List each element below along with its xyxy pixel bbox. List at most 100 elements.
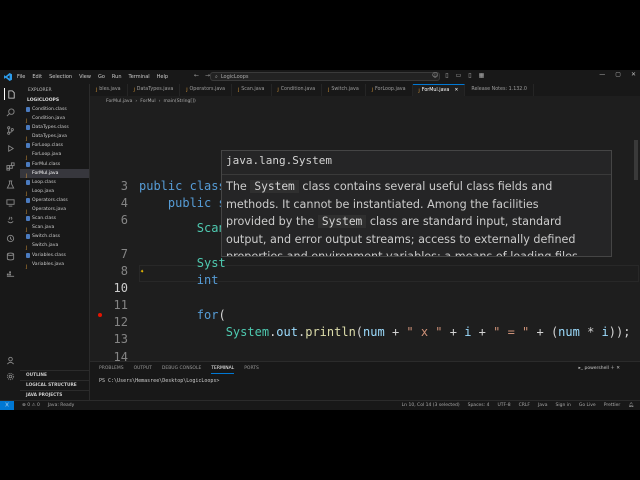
menu-help[interactable]: Help — [157, 74, 168, 80]
doc-text: provided by the — [226, 215, 318, 228]
command-center-search[interactable]: ⌕ LogicLoops — [210, 72, 440, 81]
editor-tab[interactable]: J ForLoop.java — [366, 84, 413, 96]
maximize-icon[interactable]: ▢ — [615, 71, 621, 78]
breadcrumb-file[interactable]: ForMul.java — [106, 99, 132, 104]
terminal-selector[interactable]: ▸_ powershell ＋ ✕ — [579, 365, 620, 371]
file-item[interactable]: Variables.class — [20, 251, 89, 260]
error-count-icon[interactable]: ⊗ 0 ⚠ 0 — [22, 403, 40, 408]
indentation[interactable]: Spaces: 4 — [468, 403, 490, 408]
copilot-icon[interactable]: ☺ — [432, 72, 438, 79]
class-file-icon — [26, 107, 30, 113]
remote-indicator-icon[interactable]: ⟩⟨ — [0, 400, 14, 410]
timeline-icon[interactable] — [4, 232, 16, 244]
breadcrumb-method[interactable]: main(String[]) — [163, 99, 195, 104]
file-item[interactable]: J ForMul.java — [20, 168, 89, 178]
database-icon[interactable] — [4, 250, 16, 262]
menu-go[interactable]: Go — [98, 74, 105, 80]
file-item[interactable]: J Operators.java — [20, 205, 89, 214]
prettier[interactable]: Prettier — [604, 403, 621, 408]
toggle-secondary-icon[interactable]: ▯ — [468, 72, 471, 79]
tab-problems[interactable]: PROBLEMS — [99, 366, 124, 374]
menu-edit[interactable]: Edit — [32, 74, 42, 80]
editor-tab[interactable]: J DataTypes.java — [128, 84, 181, 96]
file-item[interactable]: Condition.class — [20, 105, 89, 114]
file-item[interactable]: J Loop.java — [20, 187, 89, 196]
project-folder[interactable]: LOGICLOOPS — [20, 96, 89, 105]
editor-tab[interactable]: J Scan.java — [232, 84, 272, 96]
menu-terminal[interactable]: Terminal — [129, 74, 150, 80]
file-item[interactable]: J Variables.java — [20, 260, 89, 269]
tab-terminal[interactable]: TERMINAL — [211, 366, 235, 374]
file-list: Condition.class J Condition.java DataTypes.… — [20, 105, 89, 269]
notifications-icon[interactable]: 🔔︎ — [628, 403, 634, 408]
menu-view[interactable]: View — [79, 74, 91, 80]
tab-label: ForMul.java — [421, 88, 450, 93]
docker-icon[interactable] — [4, 268, 16, 280]
file-item[interactable]: J Switch.java — [20, 241, 89, 250]
menu-file[interactable]: File — [17, 74, 25, 80]
terminal-prompt[interactable]: PS C:\Users\Hemasree\Desktop\LogicLoops> — [90, 374, 640, 384]
code-line-12: for( — [196, 308, 226, 322]
editor-tab[interactable]: J Operators.java — [180, 84, 233, 96]
explorer-icon[interactable] — [4, 88, 17, 100]
editor-tab[interactable]: J ForMul.java ✕ — [412, 84, 466, 96]
file-item[interactable]: J ForLoop.java — [20, 150, 89, 159]
testing-icon[interactable] — [4, 178, 16, 190]
editor-tab[interactable]: Release Notes: 1.132.0 — [465, 84, 534, 96]
doc-text: class are standard input, standard — [366, 215, 562, 228]
section-logical-structure[interactable]: LOGICAL STRUCTURE — [20, 380, 89, 390]
remote-explorer-icon[interactable] — [4, 196, 16, 208]
editor-scrollbar[interactable] — [634, 140, 638, 180]
java-projects-icon[interactable] — [4, 214, 16, 226]
close-icon[interactable]: ✕ — [631, 71, 636, 78]
customize-layout-icon[interactable]: ▦ — [479, 72, 485, 79]
run-debug-icon[interactable] — [4, 142, 16, 154]
account-icon[interactable] — [4, 354, 16, 366]
tab-ports[interactable]: PORTS — [244, 366, 259, 374]
sign-in[interactable]: Sign in — [555, 403, 570, 408]
file-item[interactable]: DataTypes.class — [20, 123, 89, 132]
toggle-sidebar-icon[interactable]: ▯ — [445, 72, 448, 79]
file-item[interactable]: J DataTypes.java — [20, 132, 89, 141]
toggle-panel-icon[interactable]: ▭ — [456, 72, 462, 79]
file-item[interactable]: ForLoop.class — [20, 141, 89, 150]
file-item[interactable]: ForMul.class — [20, 160, 89, 169]
tab-output[interactable]: OUTPUT — [134, 366, 152, 374]
back-arrow-icon[interactable]: ← — [194, 72, 199, 79]
settings-gear-icon[interactable] — [4, 370, 16, 382]
file-item[interactable]: J Scan.java — [20, 223, 89, 232]
file-item[interactable]: Operators.class — [20, 196, 89, 205]
file-item[interactable]: Switch.class — [20, 232, 89, 241]
file-item[interactable]: Loop.class — [20, 178, 89, 187]
tab-debug-console[interactable]: DEBUG CONSOLE — [162, 366, 201, 374]
section-outline[interactable]: OUTLINE — [20, 370, 89, 380]
editor-tab[interactable]: Jbles.java — [90, 84, 128, 96]
java-status[interactable]: Java: Ready — [48, 403, 74, 408]
close-tab-icon[interactable]: ✕ — [454, 85, 458, 96]
close-panel-icon[interactable]: ✕ — [616, 366, 620, 371]
panel-tabs: PROBLEMS OUTPUT DEBUG CONSOLE TERMINAL P… — [90, 362, 640, 374]
file-item[interactable]: Scan.class — [20, 214, 89, 223]
search-text: LogicLoops — [220, 73, 249, 80]
editor-tab[interactable]: J Switch.java — [322, 84, 366, 96]
search-icon[interactable] — [4, 106, 16, 118]
cursor-position[interactable]: Ln 10, Col 14 (3 selected) — [402, 403, 460, 408]
go-live[interactable]: Go Live — [579, 403, 596, 408]
encoding[interactable]: UTF-8 — [497, 403, 510, 408]
menu-selection[interactable]: Selection — [49, 74, 72, 80]
add-terminal-icon[interactable]: ＋ — [610, 366, 615, 371]
file-item[interactable]: J Condition.java — [20, 114, 89, 123]
line-ending[interactable]: CRLF — [519, 403, 530, 408]
vscode-logo-icon — [3, 72, 13, 82]
menu-run[interactable]: Run — [112, 74, 122, 80]
language-mode[interactable]: Java — [538, 403, 548, 408]
java-file-icon: J — [186, 87, 188, 92]
section-java-projects[interactable]: JAVA PROJECTS — [20, 390, 89, 400]
source-control-icon[interactable] — [4, 124, 16, 136]
editor-tab[interactable]: J Condition.java — [272, 84, 323, 96]
minimize-icon[interactable]: — — [599, 71, 605, 78]
breadcrumb-class[interactable]: ForMul — [140, 99, 155, 104]
extensions-icon[interactable] — [4, 160, 16, 172]
file-name: Scan.class — [32, 216, 57, 222]
class-file-icon — [26, 179, 30, 185]
